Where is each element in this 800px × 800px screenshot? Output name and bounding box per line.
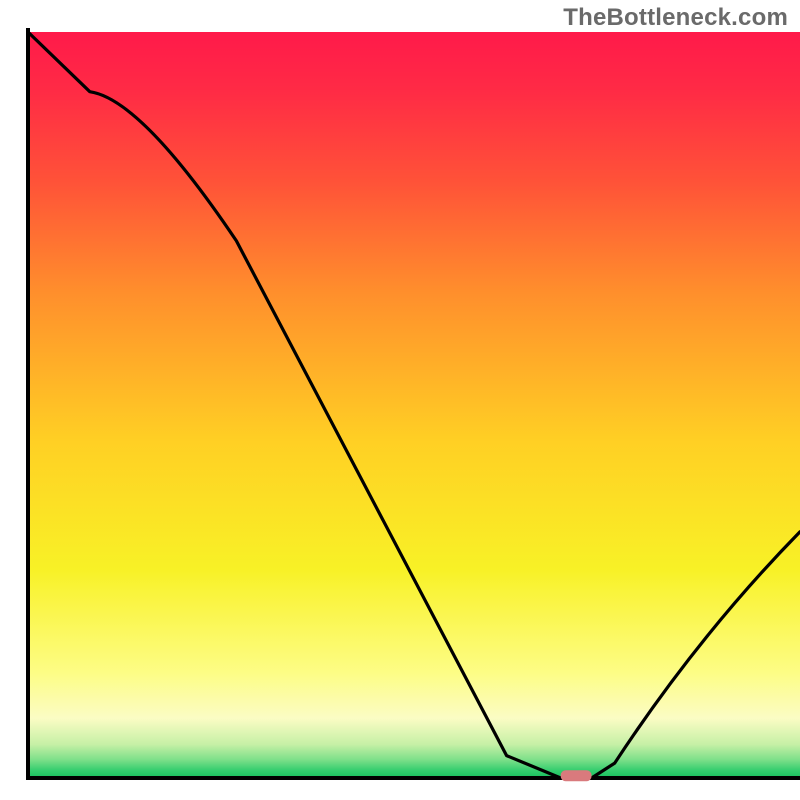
bottleneck-chart xyxy=(0,0,800,800)
optimal-range-marker xyxy=(561,770,592,781)
watermark-label: TheBottleneck.com xyxy=(563,4,788,32)
chart-container: TheBottleneck.com xyxy=(0,0,800,800)
